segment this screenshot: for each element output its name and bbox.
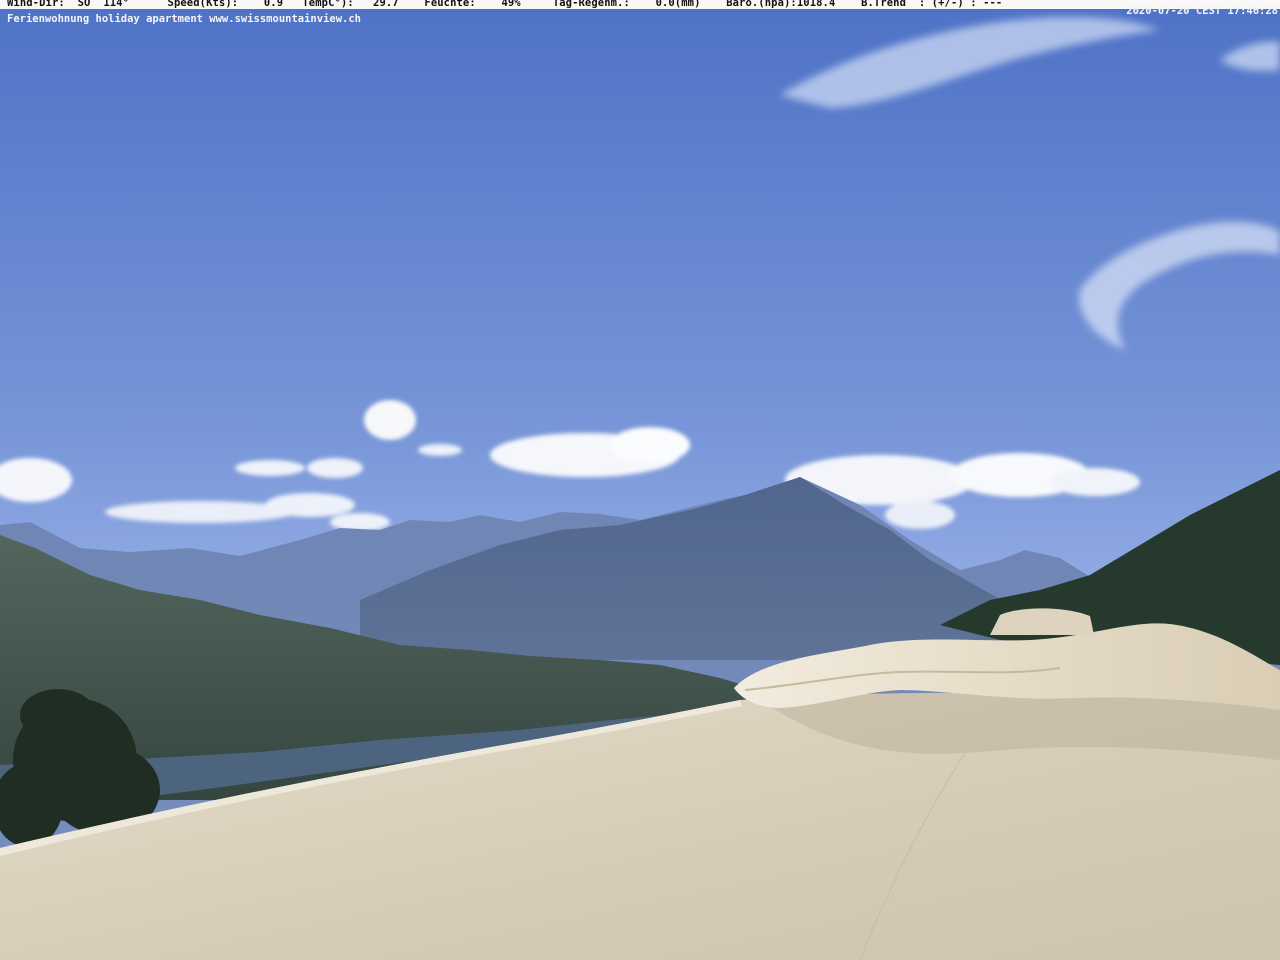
scenic-landscape-image bbox=[0, 0, 1280, 960]
webcam-frame: Wind-Dir: SO 114° Speed(Kts): 0.9 TempC°… bbox=[0, 0, 1280, 960]
